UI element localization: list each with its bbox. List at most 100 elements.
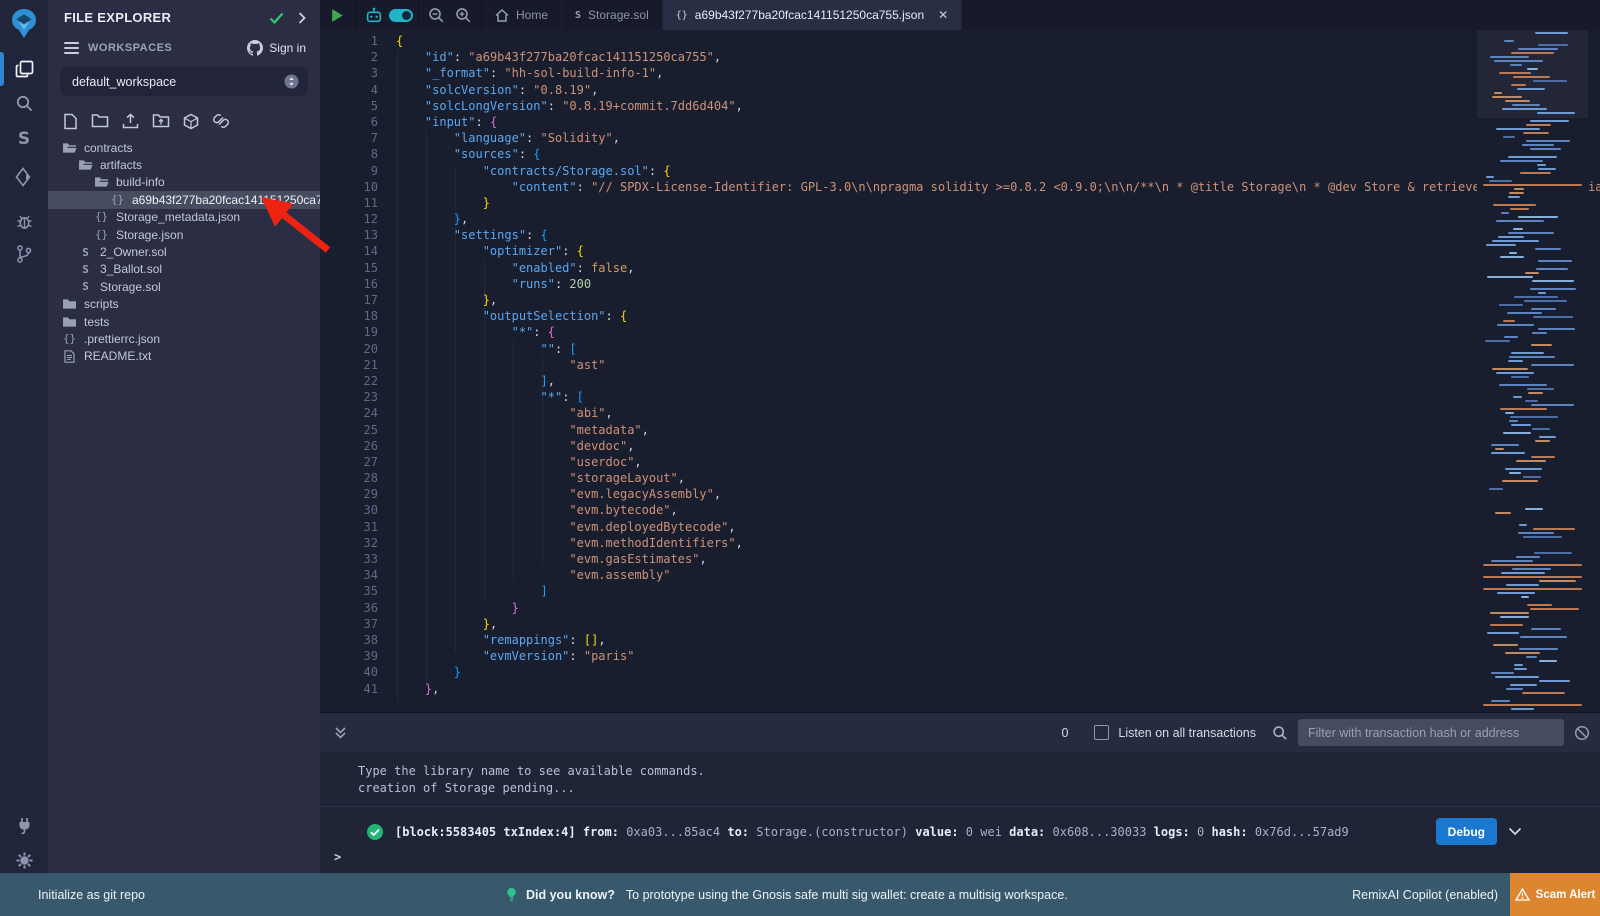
code-line[interactable]: 17 }, — [320, 292, 1600, 308]
collapse-terminal-icon[interactable] — [334, 726, 347, 740]
code-line[interactable]: 28 "storageLayout", — [320, 470, 1600, 486]
code-line[interactable]: 22 ], — [320, 373, 1600, 389]
code-line[interactable]: 29 "evm.legacyAssembly", — [320, 486, 1600, 502]
code-line[interactable]: 13 "settings": { — [320, 227, 1600, 243]
code-line[interactable]: 31 "evm.deployedBytecode", — [320, 519, 1600, 535]
code-line[interactable]: 16 "runs": 200 — [320, 276, 1600, 292]
workspace-dropdown[interactable]: default_workspace — [60, 67, 308, 96]
code-line[interactable]: 37 }, — [320, 616, 1600, 632]
tab-Home[interactable]: Home — [482, 0, 562, 30]
cube-icon[interactable] — [183, 113, 199, 130]
check-icon[interactable] — [269, 12, 284, 24]
solidity-compiler-icon[interactable]: S — [0, 124, 48, 154]
code-line[interactable]: 6 "input": { — [320, 114, 1600, 130]
git-init-button[interactable]: Initialize as git repo — [0, 888, 145, 902]
code-line[interactable]: 35 ] — [320, 583, 1600, 599]
line-number: 6 — [320, 114, 378, 130]
code-line[interactable]: 8 "sources": { — [320, 146, 1600, 162]
plugin-manager-icon[interactable] — [0, 810, 48, 840]
remixai-robot-icon[interactable] — [360, 7, 387, 24]
code-line[interactable]: 36 } — [320, 600, 1600, 616]
terminal-prompt[interactable]: > — [334, 850, 341, 864]
scam-alert-button[interactable]: Scam Alert — [1510, 873, 1600, 916]
tree-item-README.txt[interactable]: README.txt — [48, 348, 320, 365]
zoom-out-icon[interactable] — [423, 7, 450, 24]
code-line[interactable]: 5 "solcLongVersion": "0.8.19+commit.7dd6… — [320, 98, 1600, 114]
clear-console-icon[interactable] — [1574, 725, 1590, 741]
tree-item-build-info[interactable]: build-info — [48, 174, 320, 191]
close-tab-icon[interactable]: ✕ — [938, 8, 948, 22]
tree-item-Storage_metadata.json[interactable]: {}Storage_metadata.json — [48, 209, 320, 226]
tree-item-2_Owner.sol[interactable]: S2_Owner.sol — [48, 243, 320, 260]
tab-Storage.sol[interactable]: SStorage.sol — [562, 0, 663, 30]
copilot-toggle[interactable] — [387, 9, 414, 22]
tx-expand-chevron-icon[interactable] — [1508, 827, 1522, 836]
code-line[interactable]: 20 "": [ — [320, 341, 1600, 357]
code-line[interactable]: 33 "evm.gasEstimates", — [320, 551, 1600, 567]
code-line[interactable]: 41 }, — [320, 681, 1600, 697]
chevron-right-icon[interactable] — [298, 12, 306, 24]
debugger-icon[interactable] — [0, 207, 48, 237]
code-line[interactable]: 4 "solcVersion": "0.8.19", — [320, 82, 1600, 98]
sign-in-button[interactable]: Sign in — [247, 40, 306, 56]
code-line[interactable]: 34 "evm.assembly" — [320, 567, 1600, 583]
new-file-icon[interactable] — [63, 113, 78, 130]
code-editor[interactable]: 1{2 "id": "a69b43f277ba20fcac141151250ca… — [320, 30, 1600, 712]
file-explorer-icon[interactable] — [0, 54, 48, 84]
tree-item-scripts[interactable]: scripts — [48, 296, 320, 313]
code-line[interactable]: 38 "remappings": [], — [320, 632, 1600, 648]
upload-file-icon[interactable] — [122, 113, 139, 130]
tree-item-artifacts[interactable]: artifacts — [48, 156, 320, 173]
workspaces-menu-icon[interactable] — [64, 39, 79, 57]
tree-item-Storage.sol[interactable]: SStorage.sol — [48, 278, 320, 295]
tree-item-3_Ballot.sol[interactable]: S3_Ballot.sol — [48, 261, 320, 278]
code-line[interactable]: 1{ — [320, 33, 1600, 49]
git-icon[interactable] — [0, 239, 48, 269]
code-line[interactable]: 32 "evm.methodIdentifiers", — [320, 535, 1600, 551]
code-line[interactable]: 23 "*": [ — [320, 389, 1600, 405]
remix-logo-icon[interactable] — [0, 6, 48, 42]
tree-item-tests[interactable]: tests — [48, 313, 320, 330]
code-line[interactable]: 9 "contracts/Storage.sol": { — [320, 163, 1600, 179]
code-line[interactable]: 12 }, — [320, 211, 1600, 227]
transaction-filter-input[interactable] — [1298, 719, 1564, 746]
listen-transactions-checkbox[interactable] — [1094, 725, 1109, 740]
tx-summary[interactable]: [block:5583405 txIndex:4] from: 0xa03...… — [395, 825, 1425, 839]
code-line[interactable]: 26 "devdoc", — [320, 438, 1600, 454]
run-script-icon[interactable] — [324, 8, 351, 23]
search-icon[interactable] — [0, 88, 48, 118]
deploy-run-icon[interactable] — [0, 162, 48, 192]
link-icon[interactable] — [212, 113, 230, 130]
tree-item-label: Storage.sol — [100, 280, 161, 294]
tree-item-a69b43f277ba20fcac141151250ca7...[interactable]: {}a69b43f277ba20fcac141151250ca7... — [48, 191, 320, 208]
code-line[interactable]: 10 "content": "// SPDX-License-Identifie… — [320, 179, 1600, 195]
code-line[interactable]: 14 "optimizer": { — [320, 243, 1600, 259]
upload-folder-icon[interactable] — [152, 113, 170, 130]
tree-item-contracts[interactable]: contracts — [48, 139, 320, 156]
code-line[interactable]: 30 "evm.bytecode", — [320, 502, 1600, 518]
code-line[interactable]: 15 "enabled": false, — [320, 260, 1600, 276]
new-folder-icon[interactable] — [91, 113, 109, 130]
code-line[interactable]: 24 "abi", — [320, 405, 1600, 421]
code-line[interactable]: 19 "*": { — [320, 324, 1600, 340]
terminal-search-icon[interactable] — [1272, 725, 1288, 741]
code-line[interactable]: 2 "id": "a69b43f277ba20fcac141151250ca75… — [320, 49, 1600, 65]
settings-gear-icon[interactable] — [0, 845, 48, 875]
debug-button[interactable]: Debug — [1436, 818, 1497, 845]
code-line[interactable]: 3 "_format": "hh-sol-build-info-1", — [320, 65, 1600, 81]
tree-item-Storage.json[interactable]: {}Storage.json — [48, 226, 320, 243]
terminal-body[interactable]: Type the library name to see available c… — [320, 752, 1600, 873]
code-line[interactable]: 40 } — [320, 664, 1600, 680]
code-line[interactable]: 25 "metadata", — [320, 422, 1600, 438]
tab-a69b43f277ba20fcac141151250ca755.json[interactable]: {}a69b43f277ba20fcac141151250ca755.json✕ — [663, 0, 962, 30]
minimap[interactable] — [1477, 30, 1588, 712]
code-line[interactable]: 39 "evmVersion": "paris" — [320, 648, 1600, 664]
code-line[interactable]: 27 "userdoc", — [320, 454, 1600, 470]
tree-item-.prettierrc.json[interactable]: {}.prettierrc.json — [48, 330, 320, 347]
code-line[interactable]: 18 "outputSelection": { — [320, 308, 1600, 324]
code-line[interactable]: 11 } — [320, 195, 1600, 211]
copilot-status[interactable]: RemixAI Copilot (enabled) — [1352, 888, 1498, 902]
zoom-in-icon[interactable] — [450, 7, 477, 24]
code-line[interactable]: 7 "language": "Solidity", — [320, 130, 1600, 146]
code-line[interactable]: 21 "ast" — [320, 357, 1600, 373]
